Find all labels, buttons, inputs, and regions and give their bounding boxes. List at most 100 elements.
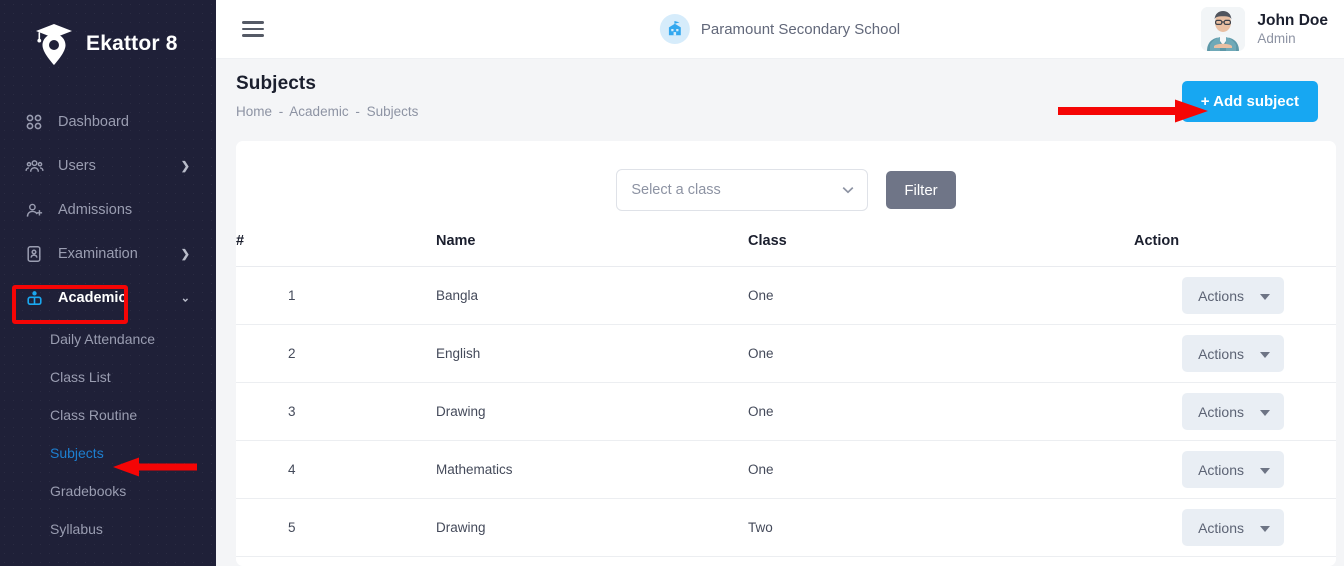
cell-class: One <box>748 267 1134 325</box>
cell-num: 5 <box>236 499 436 557</box>
page-header-left: Subjects Home - Academic - Subjects <box>236 73 418 119</box>
school-name: Paramount Secondary School <box>701 21 900 38</box>
sidebar-item-examination[interactable]: Examination ❯ <box>0 232 216 276</box>
cell-name: Drawing <box>436 383 748 441</box>
sidebar-subitem-gradebooks[interactable]: Gradebooks <box>0 472 216 510</box>
sidebar-item-dashboard[interactable]: Dashboard <box>0 100 216 144</box>
sidebar-subitem-label: Daily Attendance <box>50 331 155 347</box>
sidebar-nav: Dashboard Users ❯ <box>0 88 216 548</box>
sidebar-item-users[interactable]: Users ❯ <box>0 144 216 188</box>
sidebar-subitem-class-routine[interactable]: Class Routine <box>0 396 216 434</box>
subjects-table: # Name Class Action 1 Bangla One Actions <box>236 233 1336 557</box>
breadcrumb-item-academic[interactable]: Academic <box>289 104 348 119</box>
actions-button-label: Actions <box>1198 520 1244 536</box>
table-row: 2 English One Actions <box>236 325 1336 383</box>
breadcrumb-item-subjects[interactable]: Subjects <box>367 104 419 119</box>
breadcrumb-item-home[interactable]: Home <box>236 104 272 119</box>
class-select[interactable]: Select a class <box>616 169 868 211</box>
column-header-num: # <box>236 233 436 267</box>
caret-down-icon <box>1260 462 1270 478</box>
page-title: Subjects <box>236 73 418 95</box>
actions-button-label: Actions <box>1198 288 1244 304</box>
cell-name: Bangla <box>436 267 748 325</box>
caret-down-icon <box>1260 288 1270 304</box>
academic-person-icon <box>24 288 44 308</box>
sidebar-item-label: Admissions <box>58 202 132 218</box>
user-avatar-photo <box>1201 7 1245 51</box>
sidebar-item-academic[interactable]: Academic ⌄ <box>0 276 216 320</box>
profile-menu[interactable]: John Doe Admin <box>1201 7 1328 51</box>
chevron-down-icon: ⌄ <box>181 292 190 305</box>
hamburger-icon[interactable] <box>242 21 264 37</box>
caret-down-icon <box>1260 346 1270 362</box>
brand-name: Ekattor 8 <box>86 32 178 56</box>
grid-dots-icon <box>24 112 44 132</box>
sidebar-subitem-label: Class Routine <box>50 407 137 423</box>
cell-name: Mathematics <box>436 441 748 499</box>
school-identity: Paramount Secondary School <box>660 14 900 44</box>
sidebar-item-label: Users <box>58 158 96 174</box>
user-plus-icon <box>24 200 44 220</box>
actions-button[interactable]: Actions <box>1182 509 1284 546</box>
sidebar-item-label: Dashboard <box>58 114 129 130</box>
profile-role: Admin <box>1257 30 1328 48</box>
filter-button[interactable]: Filter <box>886 171 955 209</box>
actions-button-label: Actions <box>1198 462 1244 478</box>
cell-class: One <box>748 441 1134 499</box>
profile-name: John Doe <box>1257 11 1328 30</box>
exam-paper-icon <box>24 244 44 264</box>
sidebar-subitem-label: Gradebooks <box>50 483 126 499</box>
sidebar-subitem-subjects[interactable]: Subjects <box>0 434 216 472</box>
caret-down-icon <box>1260 520 1270 536</box>
breadcrumb-separator: - <box>355 104 360 119</box>
class-select-value: Select a class <box>631 182 720 198</box>
filter-bar: Select a class Filter <box>236 169 1336 211</box>
profile-text: John Doe Admin <box>1257 11 1328 48</box>
actions-button[interactable]: Actions <box>1182 277 1284 314</box>
chevron-right-icon: ❯ <box>181 248 190 261</box>
sidebar-item-label: Academic <box>58 290 127 306</box>
users-icon <box>24 156 44 176</box>
cell-class: Two <box>748 499 1134 557</box>
cell-name: English <box>436 325 748 383</box>
table-row: 3 Drawing One Actions <box>236 383 1336 441</box>
app-root: Ekattor 8 Dashboard <box>0 0 1344 566</box>
page-header: Subjects Home - Academic - Subjects + Ad… <box>216 59 1344 139</box>
cell-action: Actions <box>1134 441 1336 499</box>
sidebar-item-admissions[interactable]: Admissions <box>0 188 216 232</box>
cell-num: 2 <box>236 325 436 383</box>
content-card: Select a class Filter # Name Class <box>236 141 1336 566</box>
table-header-row: # Name Class Action <box>236 233 1336 267</box>
cell-name: Drawing <box>436 499 748 557</box>
actions-button-label: Actions <box>1198 346 1244 362</box>
table-row: 1 Bangla One Actions <box>236 267 1336 325</box>
cell-num: 4 <box>236 441 436 499</box>
cell-class: One <box>748 325 1134 383</box>
school-building-icon <box>660 14 690 44</box>
actions-button[interactable]: Actions <box>1182 393 1284 430</box>
top-navbar: Paramount Secondary School <box>216 0 1344 59</box>
main-area: Paramount Secondary School <box>216 0 1344 566</box>
sidebar-subitem-label: Class List <box>50 369 111 385</box>
sidebar-subitem-syllabus[interactable]: Syllabus <box>0 510 216 548</box>
table-head: # Name Class Action <box>236 233 1336 267</box>
sidebar-subitem-label: Subjects <box>50 445 104 461</box>
actions-button-label: Actions <box>1198 404 1244 420</box>
brand[interactable]: Ekattor 8 <box>0 0 216 88</box>
actions-button[interactable]: Actions <box>1182 451 1284 488</box>
cell-num: 3 <box>236 383 436 441</box>
table-row: 5 Drawing Two Actions <box>236 499 1336 557</box>
cell-class: One <box>748 383 1134 441</box>
cell-action: Actions <box>1134 383 1336 441</box>
caret-down-icon <box>1260 404 1270 420</box>
table-row: 4 Mathematics One Actions <box>236 441 1336 499</box>
class-select-wrapper: Select a class <box>616 169 868 211</box>
column-header-action: Action <box>1134 233 1336 267</box>
sidebar-subitem-class-list[interactable]: Class List <box>0 358 216 396</box>
add-subject-button[interactable]: + Add subject <box>1182 81 1318 122</box>
sidebar-subitem-daily-attendance[interactable]: Daily Attendance <box>0 320 216 358</box>
graduation-cap-pin-logo <box>34 22 74 66</box>
cell-action: Actions <box>1134 325 1336 383</box>
chevron-right-icon: ❯ <box>181 160 190 173</box>
actions-button[interactable]: Actions <box>1182 335 1284 372</box>
